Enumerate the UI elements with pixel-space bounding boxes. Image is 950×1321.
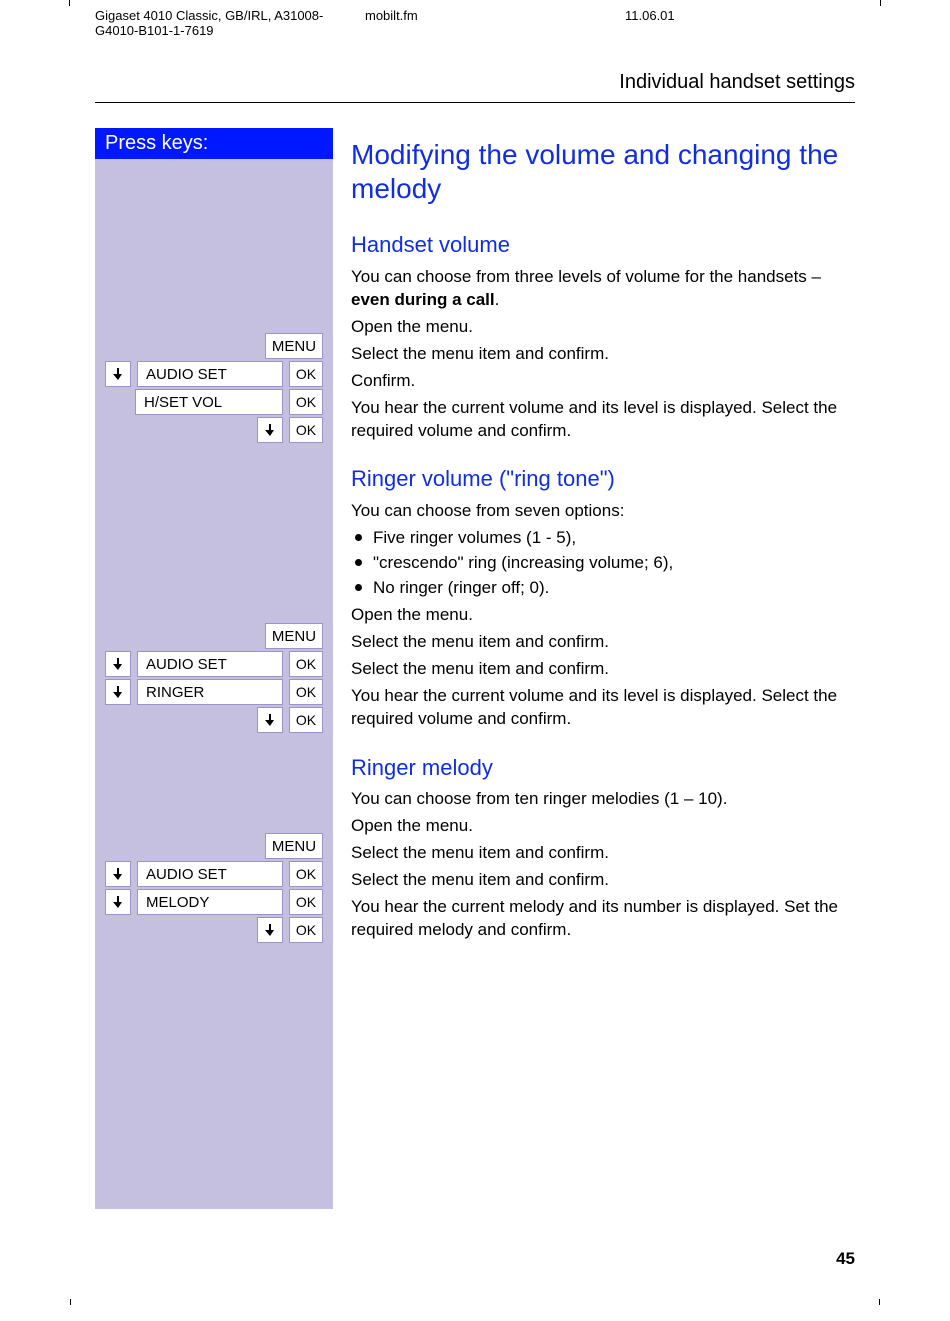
press-keys-body: MENU AUDIO SET OK H/SET VOL OK (95, 159, 333, 1209)
rm-step-menu: Open the menu. (351, 815, 855, 838)
rm-intro: You can choose from ten ringer melodies … (351, 788, 855, 811)
down-arrow-icon (105, 651, 131, 677)
heading-ringer-volume: Ringer volume ("ring tone") (351, 464, 855, 494)
doc-header: Gigaset 4010 Classic, GB/IRL, A31008-G40… (95, 6, 855, 46)
down-arrow-icon (257, 417, 283, 443)
menu-item-audio-set: AUDIO SET (137, 361, 283, 387)
rv-step-ringer: Select the menu item and confirm. (351, 658, 855, 681)
heading-ringer-melody: Ringer melody (351, 753, 855, 783)
hv-step-audio: Select the menu item and confirm. (351, 343, 855, 366)
ok-key: OK (289, 389, 323, 415)
menu-item-melody: MELODY (137, 889, 283, 915)
hv-step-hset: Confirm. (351, 370, 855, 393)
rm-step-melody: Select the menu item and confirm. (351, 869, 855, 892)
down-arrow-icon (105, 361, 131, 387)
rm-step-audio: Select the menu item and confirm. (351, 842, 855, 865)
down-arrow-icon (257, 707, 283, 733)
rv-intro: You can choose from seven options: (351, 500, 855, 523)
ok-key: OK (289, 679, 323, 705)
page: Gigaset 4010 Classic, GB/IRL, A31008-G40… (95, 6, 855, 1269)
hv-step-menu: Open the menu. (351, 316, 855, 339)
heading-main: Modifying the volume and changing the me… (351, 138, 855, 205)
header-right: 11.06.01 (595, 8, 855, 38)
menu-item-audio-set: AUDIO SET (137, 861, 283, 887)
heading-handset-volume: Handset volume (351, 230, 855, 260)
ok-key: OK (289, 917, 323, 943)
menu-key: MENU (265, 833, 323, 859)
ok-key: OK (289, 707, 323, 733)
press-keys-column: Press keys: MENU AUDIO SET OK (95, 128, 333, 1209)
rv-opt-3: No ringer (ringer off; 0). (351, 577, 855, 600)
ok-key: OK (289, 861, 323, 887)
down-arrow-icon (105, 679, 131, 705)
rv-options: Five ringer volumes (1 - 5), "crescendo"… (351, 527, 855, 600)
hv-step-ok: You hear the current volume and its leve… (351, 397, 855, 443)
ok-key: OK (289, 651, 323, 677)
down-arrow-icon (105, 861, 131, 887)
rv-opt-1: Five ringer volumes (1 - 5), (351, 527, 855, 550)
header-mid: mobilt.fm (325, 8, 595, 38)
press-keys-header: Press keys: (95, 128, 333, 159)
menu-item-ringer: RINGER (137, 679, 283, 705)
down-arrow-icon (105, 889, 131, 915)
hv-intro: You can choose from three levels of volu… (351, 266, 855, 312)
section-title: Individual handset settings (95, 46, 855, 103)
ok-key: OK (289, 889, 323, 915)
ok-key: OK (289, 361, 323, 387)
rv-step-ok: You hear the current volume and its leve… (351, 685, 855, 731)
menu-item-hset-vol: H/SET VOL (135, 389, 283, 415)
menu-key: MENU (265, 623, 323, 649)
rv-step-menu: Open the menu. (351, 604, 855, 627)
rm-step-ok: You hear the current melody and its numb… (351, 896, 855, 942)
page-number: 45 (95, 1249, 855, 1269)
down-arrow-icon (257, 917, 283, 943)
rv-step-audio: Select the menu item and confirm. (351, 631, 855, 654)
header-left: Gigaset 4010 Classic, GB/IRL, A31008-G40… (95, 8, 325, 38)
ok-key: OK (289, 417, 323, 443)
content-column: Modifying the volume and changing the me… (351, 128, 855, 946)
menu-key: MENU (265, 333, 323, 359)
menu-item-audio-set: AUDIO SET (137, 651, 283, 677)
rv-opt-2: "crescendo" ring (increasing volume; 6), (351, 552, 855, 575)
